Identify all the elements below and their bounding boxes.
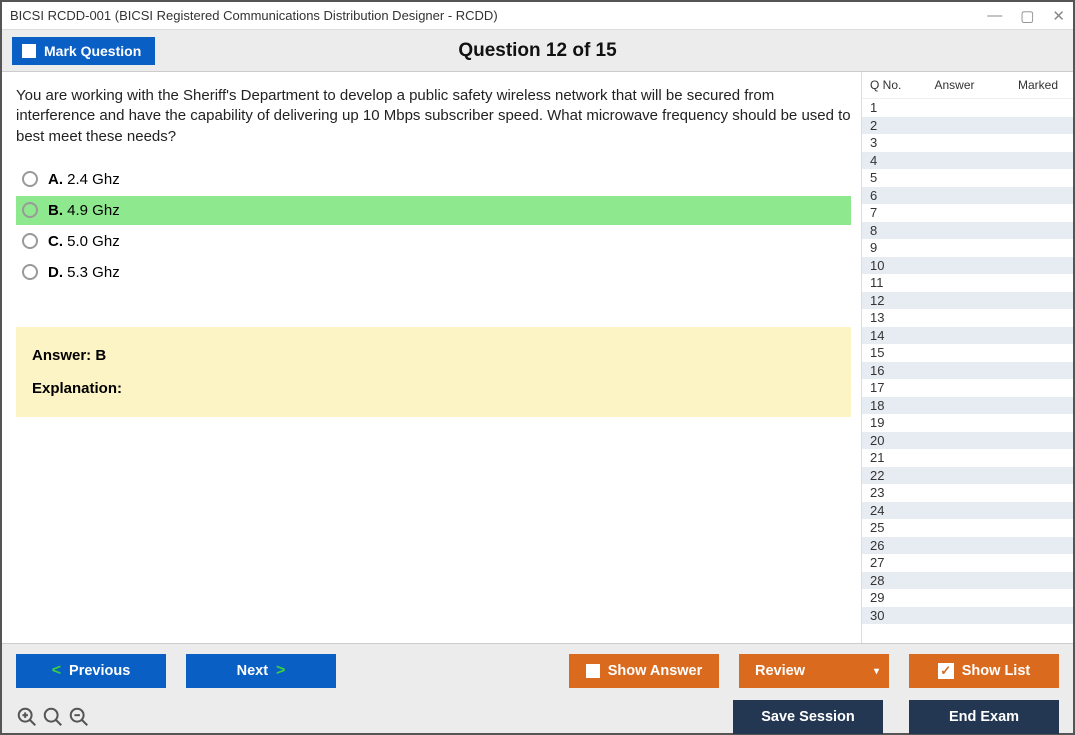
minimize-icon[interactable]: —: [987, 7, 1002, 25]
option-label: D. 5.3 Ghz: [48, 264, 120, 281]
chevron-left-icon: <: [52, 662, 61, 680]
col-marked: Marked: [1007, 78, 1069, 92]
radio-icon[interactable]: [22, 171, 38, 187]
show-list-button[interactable]: ✓ Show List: [909, 654, 1059, 688]
qlist-row[interactable]: 24: [862, 502, 1073, 520]
qlist-row[interactable]: 3: [862, 134, 1073, 152]
titlebar: BICSI RCDD-001 (BICSI Registered Communi…: [2, 2, 1073, 30]
qlist-row[interactable]: 15: [862, 344, 1073, 362]
question-list-panel: Q No. Answer Marked 12345678910111213141…: [861, 72, 1073, 643]
option-label: C. 5.0 Ghz: [48, 233, 120, 250]
option-label: A. 2.4 Ghz: [48, 171, 120, 188]
zoom-controls: [16, 706, 90, 728]
option-row[interactable]: B. 4.9 Ghz: [16, 196, 851, 225]
chevron-right-icon: >: [276, 662, 285, 680]
qlist-row[interactable]: 7: [862, 204, 1073, 222]
qlist-row[interactable]: 6: [862, 187, 1073, 205]
col-qno: Q No.: [866, 78, 902, 92]
save-session-button[interactable]: Save Session: [733, 700, 883, 734]
radio-icon[interactable]: [22, 233, 38, 249]
maximize-icon[interactable]: ▢: [1020, 7, 1034, 25]
qlist-row[interactable]: 28: [862, 572, 1073, 590]
question-text: You are working with the Sheriff's Depar…: [16, 86, 851, 147]
review-label: Review: [755, 663, 805, 679]
qlist-row[interactable]: 19: [862, 414, 1073, 432]
check-icon: ✓: [938, 663, 954, 679]
qlist-row[interactable]: 20: [862, 432, 1073, 450]
main-content: You are working with the Sheriff's Depar…: [2, 72, 861, 643]
next-label: Next: [237, 663, 268, 679]
chevron-down-icon: ▾: [874, 666, 879, 677]
question-counter: Question 12 of 15: [458, 40, 616, 62]
show-answer-button[interactable]: Show Answer: [569, 654, 719, 688]
radio-icon[interactable]: [22, 264, 38, 280]
qlist-row[interactable]: 16: [862, 362, 1073, 380]
window-controls: — ▢ ✕: [987, 7, 1065, 25]
qlist-row[interactable]: 14: [862, 327, 1073, 345]
zoom-out-icon[interactable]: [68, 706, 90, 728]
mark-question-button[interactable]: Mark Question: [12, 37, 155, 65]
zoom-in-icon[interactable]: [16, 706, 38, 728]
checkbox-icon: [22, 44, 36, 58]
qlist-row[interactable]: 11: [862, 274, 1073, 292]
qlist-header: Q No. Answer Marked: [862, 72, 1073, 99]
explanation-label: Explanation:: [32, 380, 835, 397]
end-exam-button[interactable]: End Exam: [909, 700, 1059, 734]
zoom-reset-icon[interactable]: [42, 706, 64, 728]
question-list[interactable]: 1234567891011121314151617181920212223242…: [862, 99, 1073, 643]
qlist-row[interactable]: 4: [862, 152, 1073, 170]
footer: < Previous Next > Show Answer Review ▾ ✓…: [2, 643, 1073, 733]
end-exam-label: End Exam: [949, 709, 1019, 725]
show-list-label: Show List: [962, 663, 1030, 679]
qlist-row[interactable]: 22: [862, 467, 1073, 485]
qlist-row[interactable]: 9: [862, 239, 1073, 257]
previous-button[interactable]: < Previous: [16, 654, 166, 688]
qlist-row[interactable]: 12: [862, 292, 1073, 310]
qlist-row[interactable]: 17: [862, 379, 1073, 397]
qlist-row[interactable]: 1: [862, 99, 1073, 117]
previous-label: Previous: [69, 663, 130, 679]
qlist-row[interactable]: 23: [862, 484, 1073, 502]
option-row[interactable]: C. 5.0 Ghz: [16, 227, 851, 256]
save-session-label: Save Session: [761, 709, 855, 725]
qlist-row[interactable]: 27: [862, 554, 1073, 572]
answer-label: Answer: B: [32, 347, 835, 364]
qlist-row[interactable]: 29: [862, 589, 1073, 607]
qlist-row[interactable]: 2: [862, 117, 1073, 135]
qlist-row[interactable]: 10: [862, 257, 1073, 275]
radio-icon[interactable]: [22, 202, 38, 218]
window-title: BICSI RCDD-001 (BICSI Registered Communi…: [10, 8, 987, 23]
qlist-row[interactable]: 13: [862, 309, 1073, 327]
qlist-row[interactable]: 30: [862, 607, 1073, 625]
show-answer-label: Show Answer: [608, 663, 703, 679]
option-row[interactable]: A. 2.4 Ghz: [16, 165, 851, 194]
option-label: B. 4.9 Ghz: [48, 202, 120, 219]
answer-box: Answer: B Explanation:: [16, 327, 851, 417]
col-answer: Answer: [902, 78, 1007, 92]
checkbox-icon: [586, 664, 600, 678]
qlist-row[interactable]: 8: [862, 222, 1073, 240]
qlist-row[interactable]: 5: [862, 169, 1073, 187]
qlist-row[interactable]: 18: [862, 397, 1073, 415]
close-icon[interactable]: ✕: [1052, 7, 1065, 25]
qlist-row[interactable]: 21: [862, 449, 1073, 467]
review-button[interactable]: Review ▾: [739, 654, 889, 688]
header: Mark Question Question 12 of 15: [2, 30, 1073, 72]
qlist-row[interactable]: 25: [862, 519, 1073, 537]
qlist-row[interactable]: 26: [862, 537, 1073, 555]
option-row[interactable]: D. 5.3 Ghz: [16, 258, 851, 287]
mark-question-label: Mark Question: [44, 43, 141, 59]
next-button[interactable]: Next >: [186, 654, 336, 688]
